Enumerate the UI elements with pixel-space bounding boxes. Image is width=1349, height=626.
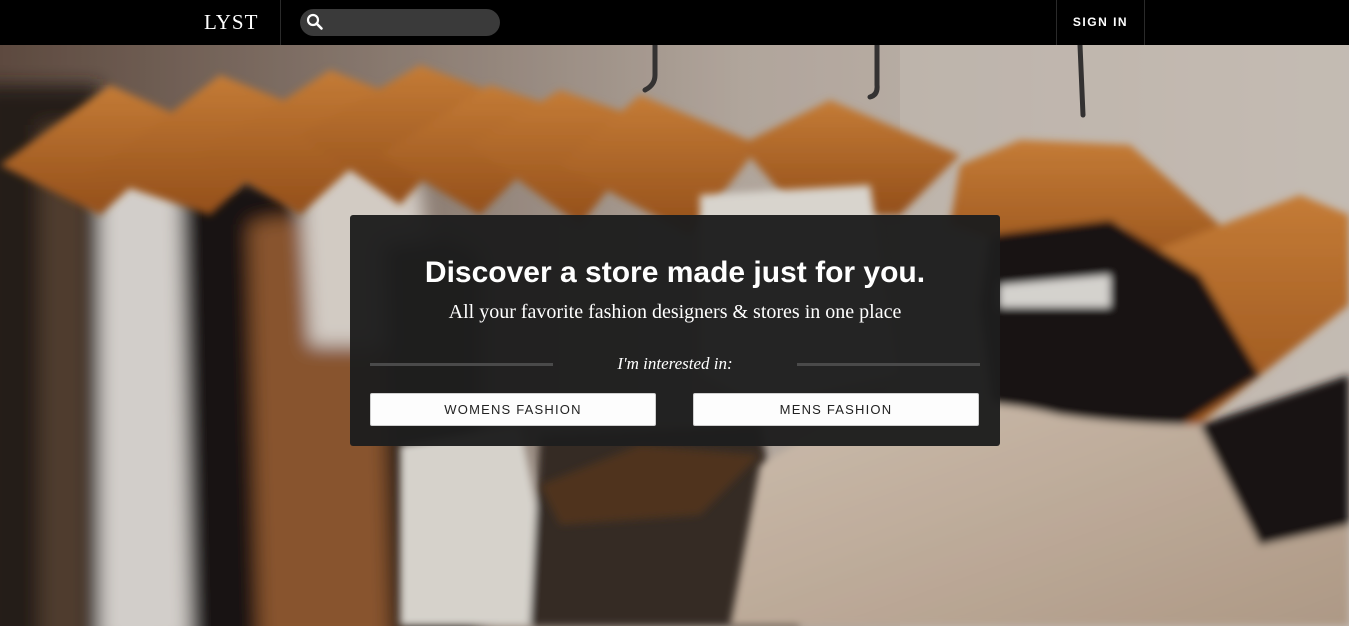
lyst-logo[interactable]: LYST xyxy=(204,11,258,33)
card-title: Discover a store made just for you. xyxy=(424,256,926,289)
mens-fashion-button[interactable]: MENS FASHION xyxy=(693,393,979,426)
interest-label: I'm interested in: xyxy=(617,354,733,373)
sign-in-link[interactable]: SIGN IN xyxy=(1057,0,1144,45)
divider-left xyxy=(370,363,553,366)
nav-divider xyxy=(1144,0,1145,45)
top-navigation-bar: LYST SIGN IN xyxy=(0,0,1349,45)
womens-fashion-button[interactable]: WOMENS FASHION xyxy=(370,393,656,426)
search-icon[interactable] xyxy=(306,13,324,31)
card-subtitle: All your favorite fashion designers & st… xyxy=(448,301,902,323)
nav-divider xyxy=(280,0,281,45)
search-box[interactable] xyxy=(300,9,500,36)
signup-card: Discover a store made just for you. All … xyxy=(350,215,1000,446)
divider-right xyxy=(797,363,980,366)
search-input[interactable] xyxy=(328,9,490,36)
